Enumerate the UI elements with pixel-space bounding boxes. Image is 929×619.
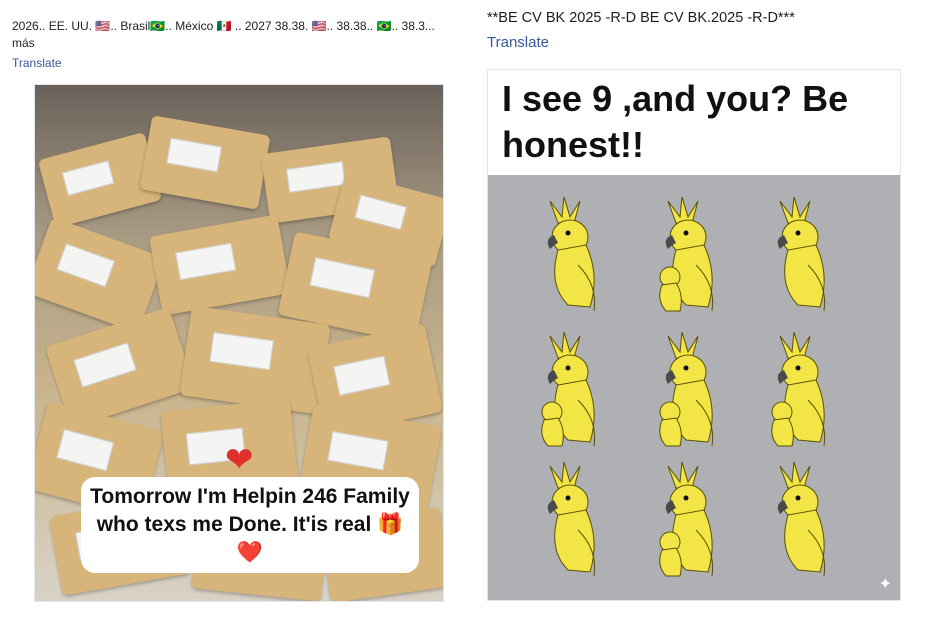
parrot-icon [646, 460, 724, 580]
quiz-header: I see 9 ,and you? Be honest!! [488, 70, 900, 175]
translate-link[interactable]: Translate [12, 56, 62, 70]
parrot-grid: ✦ [488, 175, 900, 600]
parrot-icon [646, 330, 724, 450]
parrot-icon [758, 195, 836, 315]
parrot-icon [646, 195, 724, 315]
post-caption: **BE CV BK 2025 -R-D BE CV BK.2025 -R-D*… [487, 10, 795, 26]
parrot-icon [528, 460, 606, 580]
post-caption: 2026.. EE. UU. 🇺🇸.. Brasil🇧🇷.. México 🇲🇽… [12, 19, 435, 50]
left-post: 2026.. EE. UU. 🇺🇸.. Brasil🇧🇷.. México 🇲🇽… [12, 18, 444, 602]
post-image-quiz[interactable]: I see 9 ,and you? Be honest!! ✦ [487, 69, 901, 601]
heart-icon: ❤ [225, 441, 254, 479]
parrot-icon [758, 460, 836, 580]
parcel [179, 305, 331, 415]
quiz-title: I see 9 ,and you? Be honest!! [502, 78, 849, 165]
post-image-parcels[interactable]: ❤ Tomorrow I'm Helpin 246 Family who tex… [34, 84, 444, 602]
parrot-icon [528, 330, 606, 450]
right-post: **BE CV BK 2025 -R-D BE CV BK.2025 -R-D*… [487, 8, 901, 601]
parrot-icon [528, 195, 606, 315]
parrot-icon [758, 330, 836, 450]
translate-link[interactable]: Translate [487, 34, 549, 51]
image-overlay-text: Tomorrow I'm Helpin 246 Family who texs … [81, 477, 419, 573]
sparkle-icon: ✦ [878, 576, 892, 593]
